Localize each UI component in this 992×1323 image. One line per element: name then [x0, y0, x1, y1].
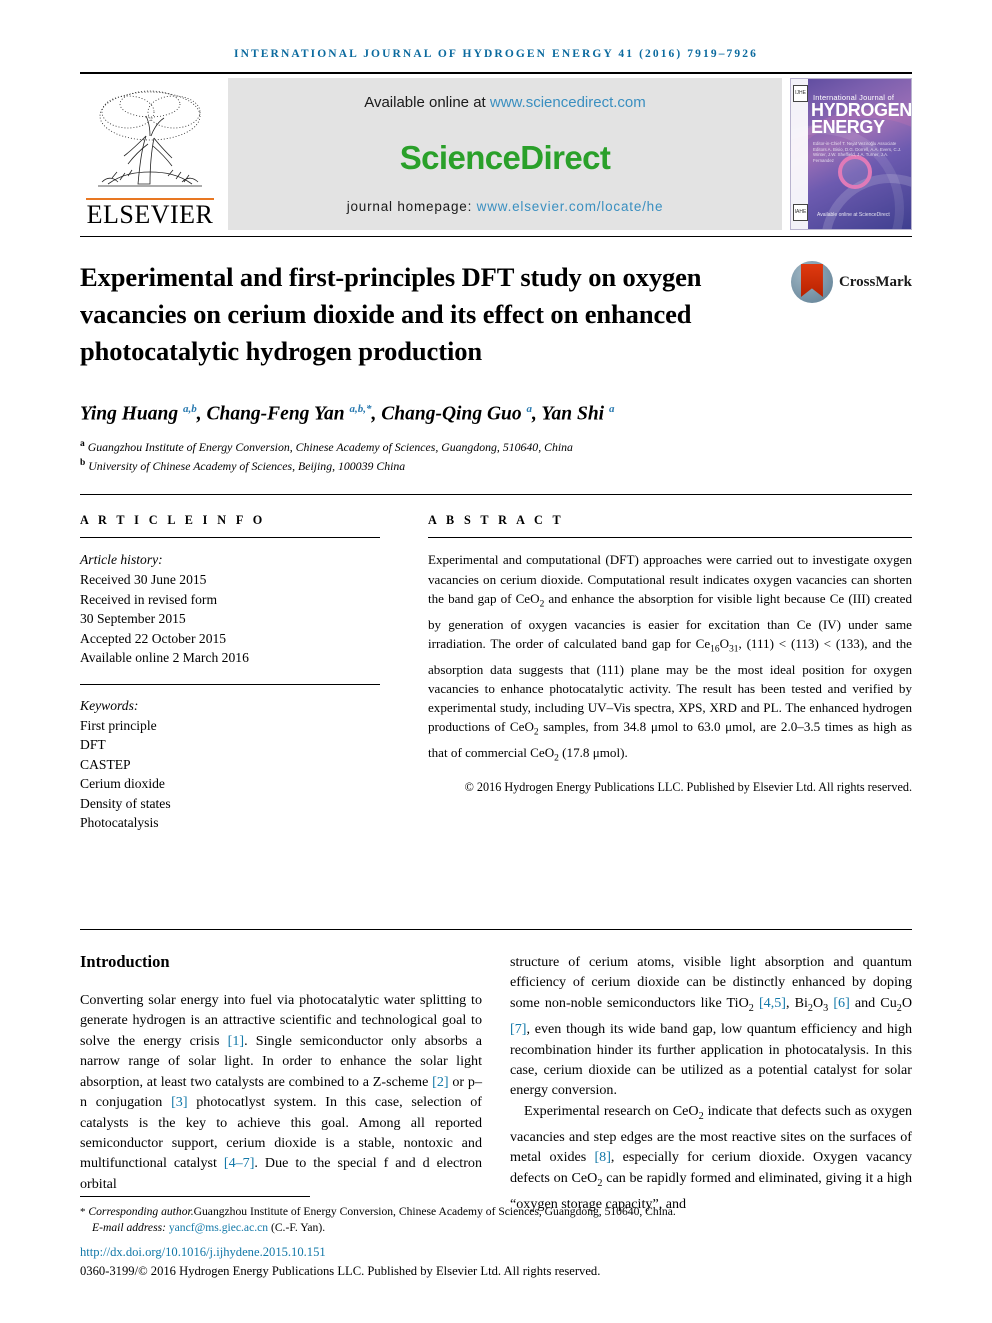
cover-title-energy: ENERGY — [811, 117, 885, 137]
masthead: ELSEVIER Available online at www.science… — [80, 78, 912, 230]
email-owner: (C.-F. Yan). — [268, 1221, 326, 1234]
article-info-column: A R T I C L E I N F O Article history: R… — [80, 513, 406, 833]
body-column-right: structure of cerium atoms, visible light… — [510, 952, 912, 1214]
history-item: Received 30 June 2015 — [80, 571, 207, 587]
journal-homepage-link[interactable]: www.elsevier.com/locate/he — [477, 199, 664, 214]
history-item: Accepted 22 October 2015 — [80, 630, 227, 646]
corresponding-author-note: * Corresponding author.Guangzhou Institu… — [80, 1204, 912, 1236]
citation-link[interactable]: [1] — [228, 1033, 244, 1049]
body-separator-rule — [80, 929, 912, 931]
crossmark-badge[interactable]: CrossMark — [790, 261, 912, 303]
article-info-rule — [80, 537, 380, 539]
body-columns: Introduction Converting solar energy int… — [80, 952, 912, 1214]
keywords-block: Keywords: First principle DFT CASTEP Cer… — [80, 696, 380, 833]
abstract-rule — [428, 537, 912, 539]
crossmark-label: CrossMark — [838, 273, 912, 290]
corresponding-author-address: Guangzhou Institute of Energy Conversion… — [193, 1205, 676, 1218]
history-item: 30 September 2015 — [80, 611, 186, 627]
author-affil-marker: a,b,* — [349, 403, 372, 415]
body-column-left: Introduction Converting solar energy int… — [80, 952, 482, 1214]
corresponding-author-label: Corresponding author. — [88, 1205, 194, 1218]
section-heading-introduction: Introduction — [80, 952, 170, 972]
available-online-line: Available online at www.sciencedirect.co… — [364, 94, 646, 111]
citation-link[interactable]: [4,5] — [759, 995, 786, 1011]
keyword-item: First principle — [80, 717, 157, 733]
cover-sciencedirect-text: Available online at ScienceDirect — [817, 212, 890, 218]
abstract-column: A B S T R A C T Experimental and computa… — [406, 513, 912, 833]
page-footer: * Corresponding author.Guangzhou Institu… — [80, 1196, 912, 1279]
cover-badge-bottom: IAHE — [793, 204, 808, 221]
author-affil-marker: a — [526, 403, 533, 415]
keyword-item: Density of states — [80, 795, 171, 811]
citation-link[interactable]: [6] — [833, 995, 849, 1011]
corresponding-email-line: E-mail address: yancf@ms.giec.ac.cn (C.-… — [80, 1220, 912, 1236]
email-link[interactable]: yancf@ms.giec.ac.cn — [169, 1221, 268, 1234]
citation-link[interactable]: [8] — [594, 1149, 610, 1165]
journal-cover-thumbnail: IJHE IAHE International Journal of HYDRO… — [790, 78, 912, 230]
cover-editors-text: Editor-in-Chief T. Nejat Veziroğlu Assoc… — [813, 141, 902, 163]
footnote-star-marker: * — [80, 1206, 86, 1218]
affiliation-b: b University of Chinese Academy of Scien… — [80, 455, 912, 474]
affiliation-marker: b — [80, 457, 86, 468]
author-affil-marker: a — [608, 403, 615, 415]
masthead-rule — [80, 236, 912, 237]
history-item: Available online 2 March 2016 — [80, 650, 249, 666]
doi-link[interactable]: http://dx.doi.org/10.1016/j.ijhydene.201… — [80, 1245, 912, 1260]
authors-rule — [80, 494, 912, 496]
affiliation-marker: a — [80, 438, 85, 449]
keyword-item: Photocatalysis — [80, 815, 159, 831]
article-info-heading: A R T I C L E I N F O — [80, 513, 266, 528]
citation-link[interactable]: [4–7] — [224, 1155, 255, 1171]
sciencedirect-url-link[interactable]: www.sciencedirect.com — [490, 94, 646, 111]
keyword-item: CASTEP — [80, 756, 131, 772]
affiliation-text: University of Chinese Academy of Science… — [88, 458, 406, 473]
page-title: Experimental and first-principles DFT st… — [80, 262, 702, 366]
intro-paragraph-right-1: structure of cerium atoms, visible light… — [510, 954, 913, 1099]
cover-badge-top: IJHE — [793, 85, 808, 102]
available-online-text: Available online at — [364, 94, 490, 111]
email-label: E-mail address: — [92, 1221, 169, 1234]
elsevier-tree-icon — [98, 90, 202, 187]
abstract-copyright: © 2016 Hydrogen Energy Publications LLC.… — [464, 779, 912, 794]
citation-link[interactable]: [7] — [510, 1021, 526, 1037]
article-history-block: Article history: Received 30 June 2015 R… — [80, 550, 380, 668]
author-list: Ying Huang a,b, Chang-Feng Yan a,b,*, Ch… — [80, 403, 615, 425]
keyword-item: Cerium dioxide — [80, 776, 165, 792]
citation-link[interactable]: [2] — [432, 1074, 448, 1090]
affiliation-a: a Guangzhou Institute of Energy Conversi… — [80, 436, 912, 455]
sciencedirect-wordmark: ScienceDirect — [399, 139, 611, 176]
history-item: Received in revised form — [80, 591, 218, 607]
elsevier-logo: ELSEVIER — [80, 78, 220, 230]
keywords-label: Keywords: — [80, 697, 139, 713]
citation-link[interactable]: [3] — [171, 1094, 187, 1110]
footnote-rule — [80, 1196, 310, 1197]
keywords-rule — [80, 683, 380, 685]
journal-homepage-label: journal homepage: — [346, 199, 477, 214]
abstract-heading: A B S T R A C T — [428, 513, 565, 528]
issn-copyright-line: 0360-3199/© 2016 Hydrogen Energy Publica… — [80, 1264, 601, 1278]
keyword-item: DFT — [80, 737, 106, 753]
article-history-label: Article history: — [80, 552, 163, 568]
article-page: International Journal of Hydrogen Energy… — [0, 0, 992, 1323]
top-rule — [80, 72, 912, 74]
running-head: International Journal of Hydrogen Energy… — [234, 48, 758, 60]
intro-paragraph-left: Converting solar energy into fuel via ph… — [80, 992, 482, 1192]
journal-homepage-line: journal homepage: www.elsevier.com/locat… — [347, 199, 664, 214]
info-abstract-row: A R T I C L E I N F O Article history: R… — [80, 513, 912, 833]
affiliation-list: a Guangzhou Institute of Energy Conversi… — [80, 436, 912, 475]
crossmark-icon — [790, 261, 833, 303]
author-affil-marker: a,b — [182, 403, 197, 415]
title-area: CrossMark Experimental and first-princip… — [80, 259, 912, 474]
cover-title-large: HYDROGEN ENERGY — [811, 101, 911, 137]
abstract-text: Experimental and computational (DFT) app… — [428, 552, 912, 764]
elsevier-wordmark: ELSEVIER — [86, 198, 214, 229]
sciencedirect-banner: Available online at www.sciencedirect.co… — [228, 78, 782, 230]
affiliation-text: Guangzhou Institute of Energy Conversion… — [87, 439, 573, 454]
